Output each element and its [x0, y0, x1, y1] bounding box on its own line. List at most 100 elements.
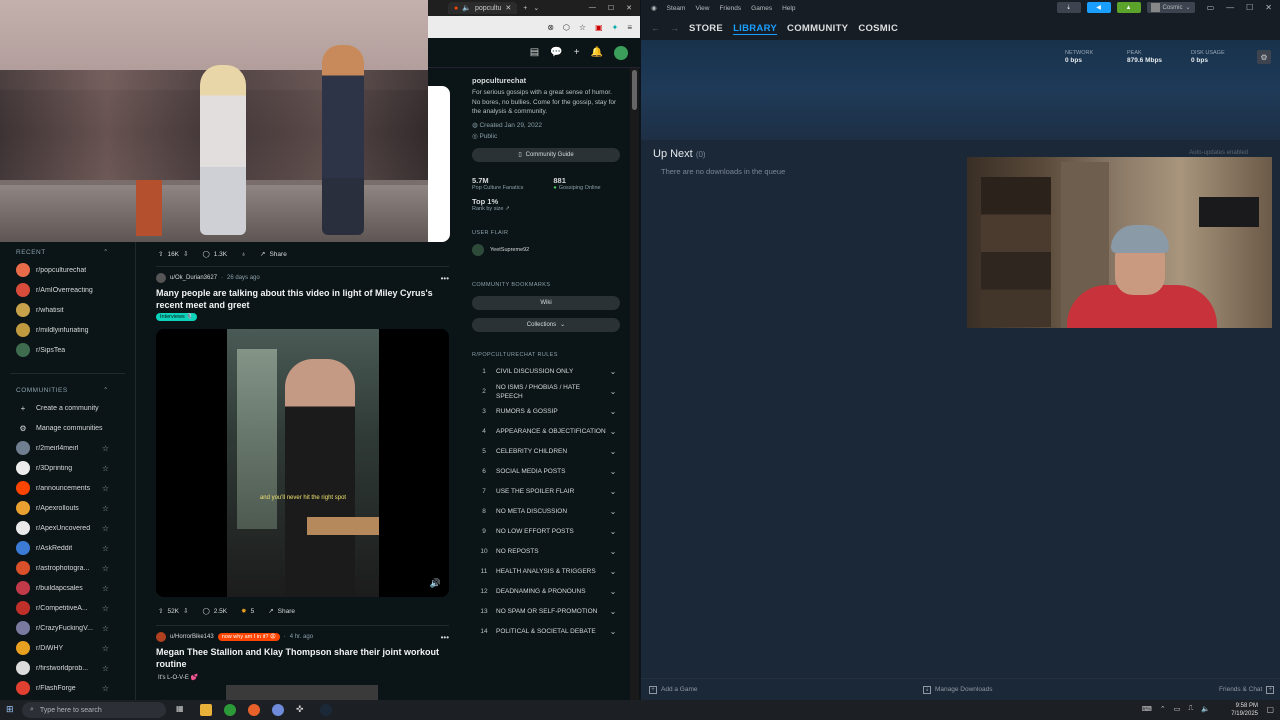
ad-icon[interactable]: ▤: [530, 47, 539, 58]
sidebar-item-community[interactable]: r/buildapcsales ☆: [0, 578, 135, 598]
more-icon[interactable]: •••: [441, 633, 449, 642]
rule-item[interactable]: 6 SOCIAL MEDIA POSTS ⌄: [472, 462, 620, 482]
extensions-icon[interactable]: ⬡: [563, 23, 570, 32]
network-icon[interactable]: ▭: [1174, 705, 1181, 713]
bell-icon[interactable]: 🔔: [591, 47, 603, 58]
post-video[interactable]: and you'll never hit the right spot 🔊: [156, 329, 449, 597]
maximize-icon[interactable]: ☐: [608, 4, 614, 12]
rule-item[interactable]: 7 USE THE SPOILER FLAIR ⌄: [472, 482, 620, 502]
post-title[interactable]: Many people are talking about this video…: [150, 285, 455, 313]
sidebar-item-community[interactable]: r/astrophotogra... ☆: [0, 558, 135, 578]
user-avatar[interactable]: [156, 632, 166, 642]
plus-icon[interactable]: +: [574, 47, 580, 58]
rule-item[interactable]: 2 NO ISMS / PHOBIAS / HATE SPEECH ⌄: [472, 382, 620, 402]
chevron-down-icon[interactable]: ⌄: [533, 4, 539, 12]
sidebar-item-community[interactable]: r/announcements ☆: [0, 478, 135, 498]
firefox-icon[interactable]: [248, 704, 260, 716]
sidebar-item-community[interactable]: r/whatisit: [0, 300, 135, 320]
star-icon[interactable]: ☆: [102, 624, 109, 633]
window-close-icon[interactable]: ✕: [1265, 3, 1272, 12]
taskbar-clock[interactable]: 9:58 PM 7/19/2025: [1231, 702, 1258, 718]
taskbar-search[interactable]: ⌕ Type here to search: [22, 702, 166, 718]
manage-downloads-button[interactable]: ⇣ Manage Downloads: [923, 685, 992, 694]
menu-games[interactable]: Games: [751, 5, 772, 12]
comments-button[interactable]: ◯ 1.3K: [202, 250, 227, 259]
rule-item[interactable]: 3 RUMORS & GOSSIP ⌄: [472, 402, 620, 422]
sidebar-item-community[interactable]: r/firstworldprob... ☆: [0, 658, 135, 678]
sidebar-item-community[interactable]: r/AskReddit ☆: [0, 538, 135, 558]
community-guide-button[interactable]: ▯ Community Guide: [472, 147, 620, 162]
settings-button[interactable]: ⚙: [1257, 50, 1271, 64]
vote-control[interactable]: ⇧ 16K ⇩: [158, 250, 188, 259]
windows-start-icon[interactable]: ⊞: [6, 704, 14, 715]
rule-item[interactable]: 11 HEALTH ANALYSIS & TRIGGERS ⌄: [472, 562, 620, 582]
avatar[interactable]: [614, 45, 628, 60]
ethernet-icon[interactable]: ⎍: [1188, 705, 1193, 713]
sidebar-item-community[interactable]: r/AmIOverreacting: [0, 280, 135, 300]
post-author[interactable]: u/HorrorBike143: [170, 634, 214, 640]
extension-teal-icon[interactable]: ✦: [612, 23, 619, 32]
sidebar-item-community[interactable]: r/2meirl4meirl ☆: [0, 438, 135, 458]
back-arrow-icon[interactable]: ←: [651, 23, 660, 33]
star-icon[interactable]: ☆: [102, 604, 109, 613]
menu-view[interactable]: View: [695, 5, 709, 12]
award-button[interactable]: ✸ 5: [241, 607, 254, 616]
minimize-icon[interactable]: —: [1226, 3, 1234, 12]
nav-store[interactable]: STORE: [689, 23, 723, 34]
notification-button[interactable]: ▲: [1116, 2, 1141, 13]
star-icon[interactable]: ☆: [102, 464, 109, 473]
file-explorer-icon[interactable]: [200, 704, 212, 716]
nav-user[interactable]: COSMIC: [858, 23, 898, 34]
volume-icon[interactable]: 🔈: [1201, 705, 1210, 713]
post-flair[interactable]: Interviews 🎙️: [156, 313, 198, 321]
video-player-top[interactable]: [0, 0, 428, 242]
announcement-button[interactable]: ◀: [1086, 2, 1111, 13]
menu-icon[interactable]: ≡: [627, 23, 632, 32]
create-community-link[interactable]: + Create a community: [0, 398, 135, 418]
comments-button[interactable]: ◯ 2.5K: [202, 607, 227, 616]
sidebar-item-community[interactable]: r/ApexUncovered ☆: [0, 518, 135, 538]
rule-item[interactable]: 10 NO REPOSTS ⌄: [472, 542, 620, 562]
rule-item[interactable]: 14 POLITICAL & SOCIETAL DEBATE ⌄: [472, 622, 620, 642]
menu-steam[interactable]: Steam: [667, 5, 686, 12]
collections-button[interactable]: Collections ⌄: [472, 317, 620, 332]
star-icon[interactable]: ☆: [102, 504, 109, 513]
star-icon[interactable]: ☆: [102, 664, 109, 673]
user-avatar[interactable]: [156, 273, 166, 283]
star-icon[interactable]: ☆: [102, 684, 109, 693]
new-tab-icon[interactable]: +: [523, 5, 527, 12]
rule-item[interactable]: 9 NO LOW EFFORT POSTS ⌄: [472, 522, 620, 542]
sidebar-item-community[interactable]: r/Apexrollouts ☆: [0, 498, 135, 518]
upvote-icon[interactable]: ⇧: [158, 250, 163, 258]
recent-heading[interactable]: RECENT ⌃: [0, 244, 135, 260]
steam-taskbar-icon[interactable]: [320, 704, 332, 716]
star-icon[interactable]: ☆: [102, 644, 109, 653]
window-close-icon[interactable]: ✕: [626, 4, 632, 12]
sidebar-item-community[interactable]: r/FlashForge ☆: [0, 678, 135, 698]
bookmark-icon[interactable]: ☆: [579, 23, 586, 32]
forward-arrow-icon[interactable]: →: [670, 23, 679, 33]
upvote-icon[interactable]: ⇧: [158, 607, 163, 615]
share-button[interactable]: ↗ Share: [260, 250, 287, 259]
discord-icon[interactable]: [272, 704, 284, 716]
sidebar-item-community[interactable]: r/3Dprinting ☆: [0, 458, 135, 478]
star-icon[interactable]: ☆: [102, 544, 109, 553]
add-game-button[interactable]: + Add a Game: [649, 685, 698, 694]
sidebar-item-community[interactable]: r/mildlyinfuriating: [0, 320, 135, 340]
browser-tab[interactable]: ● 🔈 popcultu ✕: [448, 2, 518, 14]
sidebar-item-community[interactable]: r/CrazyFuckingV... ☆: [0, 618, 135, 638]
downvote-icon[interactable]: ⇩: [183, 250, 188, 258]
scrollbar[interactable]: [630, 68, 639, 700]
manage-communities-link[interactable]: ⚙ Manage communities: [0, 418, 135, 438]
post-author[interactable]: u/Ok_Durian3627: [170, 275, 217, 281]
rule-item[interactable]: 12 DEADNAMING & PRONOUNS ⌄: [472, 582, 620, 602]
chevron-up-icon[interactable]: ⌃: [1160, 705, 1166, 713]
more-icon[interactable]: •••: [441, 274, 449, 283]
volume-icon[interactable]: 🔊: [430, 578, 441, 589]
rule-item[interactable]: 1 CIVIL DISCUSSION ONLY ⌄: [472, 362, 620, 382]
xbox-icon[interactable]: [224, 704, 236, 716]
vote-control[interactable]: ⇧ 52K ⇩: [158, 607, 188, 616]
keyboard-icon[interactable]: ⌨: [1142, 705, 1152, 713]
download-status-button[interactable]: ⇣: [1056, 2, 1081, 13]
chat-icon[interactable]: 💬: [550, 47, 562, 58]
